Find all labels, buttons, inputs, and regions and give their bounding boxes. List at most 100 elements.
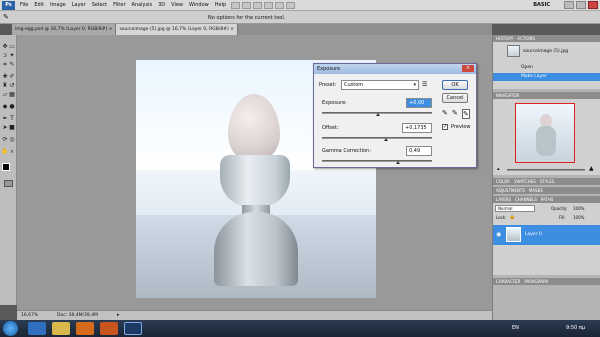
clock[interactable]: 9:50 πμ <box>566 325 585 331</box>
minimize-icon[interactable] <box>564 1 574 9</box>
menu-3d[interactable]: 3D <box>155 2 168 8</box>
menu-select[interactable]: Select <box>89 2 110 8</box>
eyedropper-tool-icon[interactable]: ✎ <box>8 61 16 68</box>
black-point-eyedropper-icon[interactable]: ✎ <box>442 109 448 117</box>
tab-paragraph[interactable]: PARAGRAPH <box>524 278 548 285</box>
gamma-field[interactable]: 0,49 <box>406 146 432 156</box>
gray-point-eyedropper-icon[interactable]: ✎ <box>452 109 458 117</box>
layer-row[interactable]: ◉ Layer 0 <box>493 225 600 245</box>
dialog-title[interactable]: Exposure <box>314 64 476 74</box>
ie-icon[interactable] <box>28 322 46 335</box>
workspace-switcher[interactable]: BASIC <box>533 2 550 8</box>
menu-analysis[interactable]: Analysis <box>129 2 156 8</box>
preset-select[interactable]: Custom ▾ <box>341 80 419 90</box>
tab-masks[interactable]: MASKS <box>529 187 543 194</box>
tab-paths[interactable]: PATHS <box>541 196 554 203</box>
tab-navigator[interactable]: NAVIGATOR <box>496 92 519 99</box>
menu-edit[interactable]: Edit <box>31 2 47 8</box>
close-icon[interactable]: × <box>109 27 113 32</box>
menu-window[interactable]: Window <box>186 2 212 8</box>
ok-button[interactable]: OK <box>442 80 468 90</box>
brush-tool-icon[interactable]: ✐ <box>8 73 16 80</box>
cancel-button[interactable]: Cancel <box>442 93 468 103</box>
exposure-slider-thumb[interactable] <box>376 113 380 116</box>
navigator-zoom-slider[interactable] <box>507 169 585 171</box>
close-icon[interactable]: × <box>230 27 234 32</box>
photoshop-icon[interactable] <box>124 322 142 335</box>
exposure-field[interactable]: +0,00 <box>406 98 432 108</box>
menu-layer[interactable]: Layer <box>69 2 89 8</box>
gradient-tool-icon[interactable]: ▦ <box>8 91 16 98</box>
menu-view[interactable]: View <box>168 2 186 8</box>
opacity-value[interactable]: 100% <box>573 206 584 211</box>
preset-label: Preset: <box>319 82 337 88</box>
hand-view-icon[interactable] <box>264 1 274 9</box>
menu-image[interactable]: Image <box>47 2 69 8</box>
mini-bridge-icon[interactable] <box>242 1 252 9</box>
firefox-icon[interactable] <box>100 322 118 335</box>
tab-adjustments[interactable]: ADJUSTMENTS <box>496 187 525 194</box>
gamma-slider[interactable] <box>322 160 432 162</box>
history-item-open[interactable]: Open <box>521 65 533 70</box>
preset-options-icon[interactable]: ☰ <box>422 81 427 88</box>
zoom-out-icon[interactable]: ▴ <box>497 166 500 172</box>
history-snapshot-label[interactable]: sourceimage (5).jpg <box>523 49 568 54</box>
arrange-docs-icon[interactable] <box>275 1 285 9</box>
close-icon[interactable] <box>588 1 598 9</box>
preview-checkbox[interactable]: ✓ <box>442 124 448 130</box>
tab-layers[interactable]: LAYERS <box>496 196 511 203</box>
offset-slider-thumb[interactable] <box>384 138 388 141</box>
window-controls <box>564 1 598 9</box>
history-brush-tool-icon[interactable]: ↺ <box>8 82 16 89</box>
eyedropper-tool-icon[interactable]: ✎ <box>3 14 9 21</box>
layer-name[interactable]: Layer 0 <box>525 232 542 237</box>
status-arrow-icon[interactable]: ▸ <box>117 312 120 318</box>
tab-styles[interactable]: STYLES <box>540 178 555 185</box>
explorer-icon[interactable] <box>52 322 70 335</box>
menu-filter[interactable]: Filter <box>110 2 128 8</box>
foreground-color-swatch[interactable] <box>2 163 10 171</box>
3d-camera-tool-icon[interactable]: ◎ <box>8 136 16 143</box>
fill-value[interactable]: 100% <box>573 215 584 220</box>
character-panel-header: CHARACTER PARAGRAPH <box>493 278 600 285</box>
blend-mode-select[interactable]: Normal <box>495 205 535 212</box>
lock-icon[interactable]: 🔒 <box>509 214 515 220</box>
tab-color[interactable]: COLOR <box>496 178 510 185</box>
marquee-tool-icon[interactable]: ▭ <box>8 43 16 50</box>
offset-slider[interactable] <box>322 137 432 139</box>
start-button-icon[interactable] <box>3 321 18 336</box>
tab-img-egg[interactable]: img-egg.psd @ 16,7% (Layer 0, RGB/8#) × <box>12 24 117 35</box>
tab-actions[interactable]: ACTIONS <box>517 35 535 42</box>
white-point-eyedropper-icon[interactable]: ✎ <box>462 109 470 119</box>
menu-help[interactable]: Help <box>212 2 229 8</box>
tab-history[interactable]: HISTORY <box>496 35 513 42</box>
tab-character[interactable]: CHARACTER <box>496 278 520 285</box>
eye-icon[interactable]: ◉ <box>496 231 501 238</box>
tab-channels[interactable]: CHANNELS <box>515 196 537 203</box>
offset-field[interactable]: +0,1735 <box>402 123 432 133</box>
zoom-tool-icon[interactable]: ⌕ <box>8 148 16 155</box>
history-item-make-layer[interactable]: Make Layer <box>493 73 600 81</box>
blend-mode-value: Normal <box>498 206 513 211</box>
dodge-tool-icon[interactable]: ● <box>8 103 16 110</box>
shape-tool-icon[interactable]: ■ <box>8 124 16 131</box>
tab-sourceimage[interactable]: sourceimage (5).jpg @ 16,7% (Layer 0, RG… <box>116 24 238 35</box>
language-indicator[interactable]: EN <box>512 325 519 331</box>
type-tool-icon[interactable]: T <box>8 115 16 122</box>
bridge-icon[interactable] <box>231 1 241 9</box>
gamma-slider-thumb[interactable] <box>396 161 400 164</box>
menu-file[interactable]: File <box>17 2 31 8</box>
close-icon[interactable]: × <box>462 65 474 72</box>
navigator-preview[interactable] <box>515 103 575 163</box>
zoom-in-icon[interactable]: ▲ <box>589 165 594 172</box>
screen-mode-icon[interactable] <box>286 1 296 9</box>
zoom-level-icon[interactable] <box>253 1 263 9</box>
opacity-label: Opacity: <box>551 206 568 211</box>
zoom-readout[interactable]: 16,67% <box>21 313 38 318</box>
tab-swatches[interactable]: SWATCHES <box>514 178 536 185</box>
media-player-icon[interactable] <box>76 322 94 335</box>
quick-mask-icon[interactable] <box>4 180 13 187</box>
quick-select-tool-icon[interactable]: ✦ <box>8 52 16 59</box>
offset-value: +0,1735 <box>405 125 427 131</box>
maximize-icon[interactable] <box>576 1 586 9</box>
